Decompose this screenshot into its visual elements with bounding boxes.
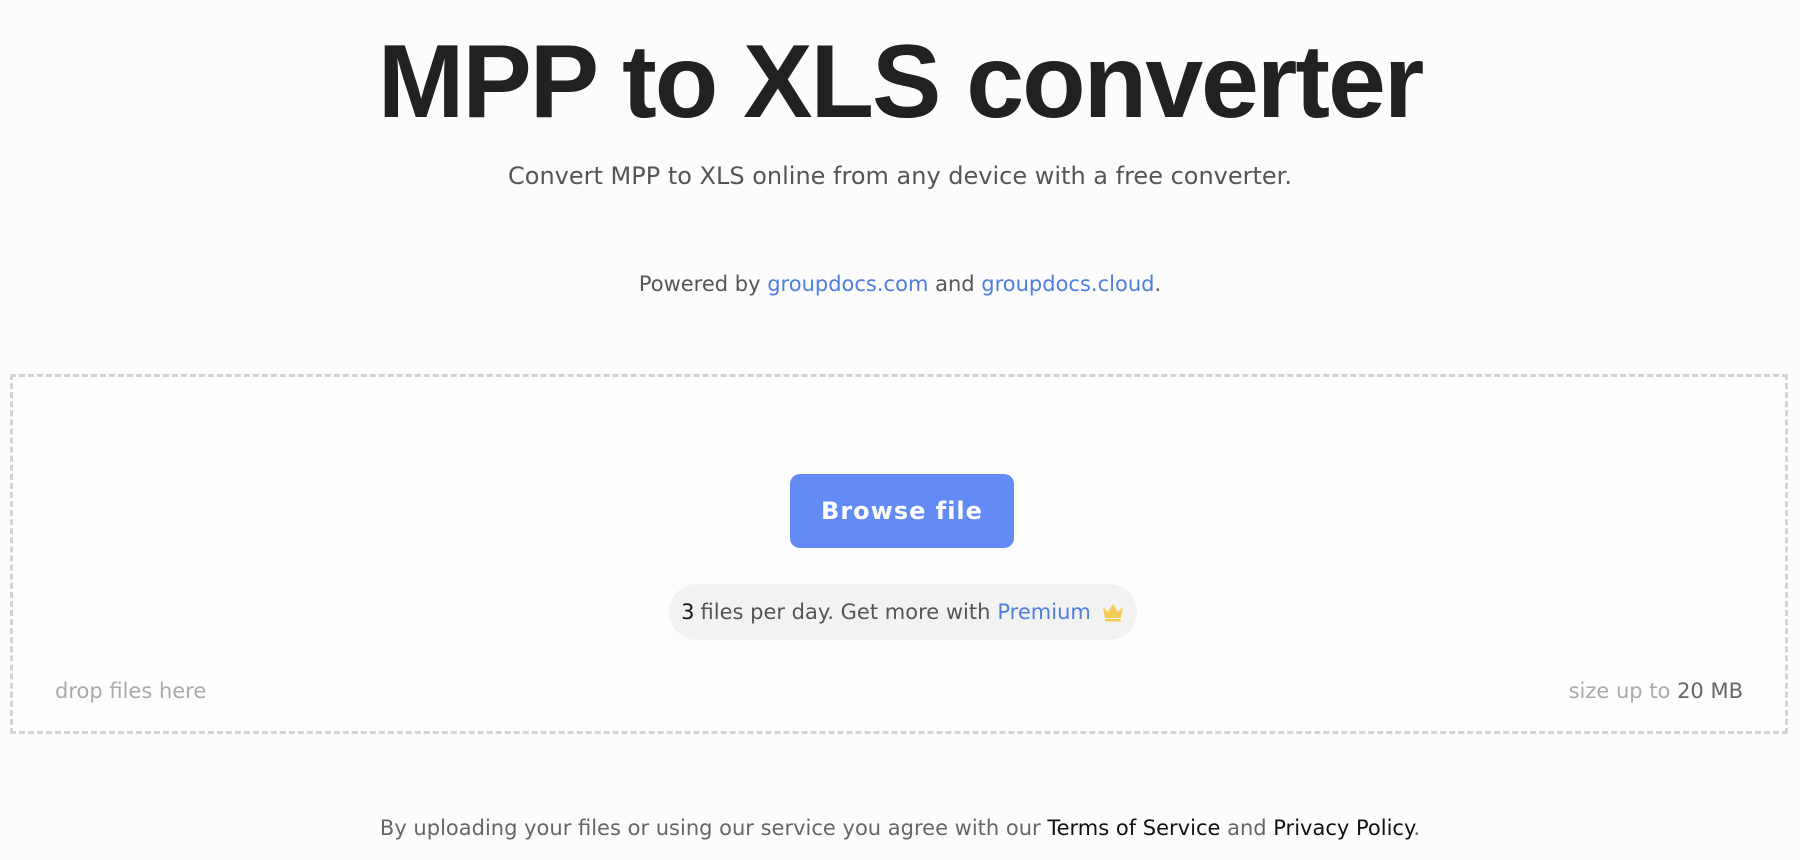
browse-file-button[interactable]: Browse file: [790, 474, 1014, 548]
file-dropzone[interactable]: Browse file 3 files per day. Get more wi…: [10, 374, 1788, 734]
terms-notice: By uploading your files or using our ser…: [0, 813, 1800, 843]
groupdocs-com-link[interactable]: groupdocs.com: [767, 272, 928, 296]
powered-by-suffix: .: [1154, 272, 1162, 296]
file-size-limit: size up to 20 MB: [1569, 676, 1743, 706]
privacy-policy-link[interactable]: Privacy Policy: [1273, 816, 1413, 840]
daily-limit-text: files per day. Get more with: [700, 600, 991, 624]
size-limit-prefix: size up to: [1568, 679, 1678, 703]
size-limit-value: 20 MB: [1677, 679, 1743, 703]
powered-by-prefix: Powered by: [638, 272, 768, 296]
crown-icon: [1101, 602, 1125, 622]
powered-by-line: Powered by groupdocs.com and groupdocs.c…: [0, 269, 1800, 299]
premium-link[interactable]: Premium: [997, 600, 1090, 624]
terms-suffix: .: [1413, 816, 1421, 840]
daily-limit-notice: 3 files per day. Get more with Premium: [669, 584, 1137, 640]
page-title: MPP to XLS converter: [377, 24, 1425, 140]
daily-limit-count: 3: [681, 600, 695, 624]
terms-and: and: [1220, 816, 1274, 840]
drop-files-hint: drop files here: [55, 679, 207, 703]
powered-by-and: and: [928, 272, 982, 296]
page-subtitle: Convert MPP to XLS online from any devic…: [508, 162, 1292, 190]
page: MPP to XLS converter Convert MPP to XLS …: [0, 0, 1800, 860]
groupdocs-cloud-link[interactable]: groupdocs.cloud: [981, 272, 1154, 296]
terms-prefix: By uploading your files or using our ser…: [379, 816, 1048, 840]
terms-of-service-link[interactable]: Terms of Service: [1047, 816, 1220, 840]
